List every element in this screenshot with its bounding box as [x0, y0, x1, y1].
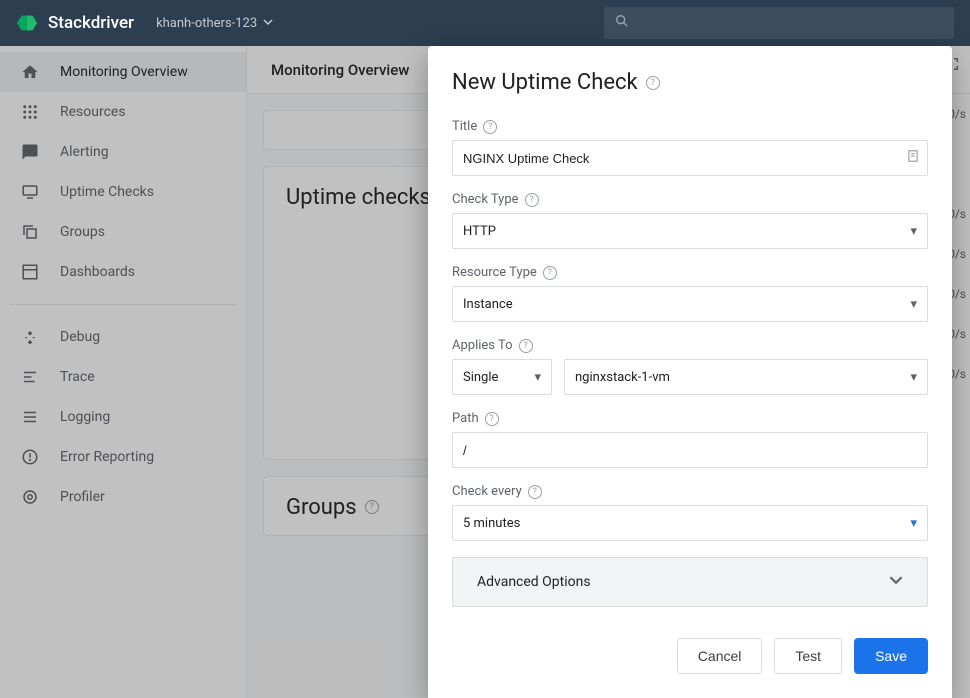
- field-label: Title: [452, 119, 477, 134]
- chevron-down-icon: ▾: [534, 370, 541, 385]
- select-value: Instance: [463, 297, 513, 312]
- dialog-footer: Cancel Test Save: [428, 634, 952, 698]
- field-label: Applies To: [452, 338, 513, 353]
- cancel-button[interactable]: Cancel: [677, 638, 763, 674]
- help-icon[interactable]: ?: [528, 485, 542, 499]
- help-icon[interactable]: ?: [525, 193, 539, 207]
- field-label: Check every: [452, 484, 522, 499]
- help-icon[interactable]: ?: [485, 412, 499, 426]
- project-selector[interactable]: khanh-others-123: [156, 16, 273, 31]
- chevron-down-icon: ▾: [910, 370, 917, 385]
- stackdriver-logo-icon: [16, 12, 38, 34]
- field-label: Path: [452, 411, 479, 426]
- field-label: Resource Type: [452, 265, 537, 280]
- select-value: 5 minutes: [463, 516, 520, 531]
- check-every-select[interactable]: 5 minutes ▾: [452, 505, 928, 541]
- test-button[interactable]: Test: [774, 638, 842, 674]
- select-value: nginxstack-1-vm: [575, 370, 670, 385]
- chevron-down-icon: [889, 573, 903, 591]
- project-name: khanh-others-123: [156, 16, 257, 31]
- chevron-down-icon: ▾: [910, 224, 917, 239]
- help-icon[interactable]: ?: [646, 76, 660, 90]
- product-name: Stackdriver: [48, 13, 134, 33]
- field-label: Check Type: [452, 192, 519, 207]
- resource-type-select[interactable]: Instance ▾: [452, 286, 928, 322]
- save-button[interactable]: Save: [854, 638, 928, 674]
- search-input[interactable]: [604, 7, 954, 39]
- chevron-down-icon: ▾: [910, 516, 917, 531]
- advanced-label: Advanced Options: [477, 574, 591, 590]
- top-bar: Stackdriver khanh-others-123: [0, 0, 970, 46]
- select-value: HTTP: [463, 224, 496, 239]
- chevron-down-icon: [263, 16, 273, 31]
- dialog-title: New Uptime Check: [452, 70, 638, 95]
- check-type-select[interactable]: HTTP ▾: [452, 213, 928, 249]
- form-icon: [906, 149, 920, 167]
- search-icon: [614, 13, 630, 33]
- advanced-options-toggle[interactable]: Advanced Options: [452, 557, 928, 607]
- path-input[interactable]: [452, 432, 928, 468]
- applies-to-target-select[interactable]: nginxstack-1-vm ▾: [564, 359, 928, 395]
- title-input[interactable]: [452, 140, 928, 176]
- product-brand: Stackdriver: [16, 12, 134, 34]
- applies-to-mode-select[interactable]: Single ▾: [452, 359, 552, 395]
- help-icon[interactable]: ?: [483, 120, 497, 134]
- new-uptime-check-dialog: New Uptime Check ? Title? Check Type? HT…: [428, 46, 952, 698]
- help-icon[interactable]: ?: [519, 339, 533, 353]
- help-icon[interactable]: ?: [543, 266, 557, 280]
- select-value: Single: [463, 370, 498, 385]
- chevron-down-icon: ▾: [910, 297, 917, 312]
